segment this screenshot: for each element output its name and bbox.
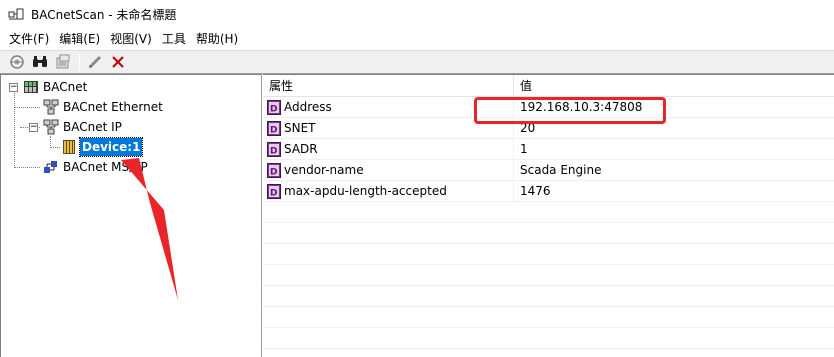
svg-text:D: D <box>270 126 277 136</box>
property-value: Scada Engine <box>520 163 602 177</box>
tree-item-bacnet-ethernet[interactable]: BACnet Ethernet <box>61 98 165 116</box>
tree-connector <box>50 147 60 148</box>
tree-item-bacnet[interactable]: BACnet <box>41 78 89 96</box>
empty-row <box>263 223 834 244</box>
property-name-cell: D max-apdu-length-accepted <box>263 181 514 202</box>
property-name-cell: D SADR <box>263 139 514 160</box>
menu-view[interactable]: 视图(V) <box>105 28 157 50</box>
svg-text:D: D <box>270 168 277 178</box>
property-name: SADR <box>284 142 318 156</box>
property-icon: D <box>267 142 281 157</box>
property-icon: D <box>267 184 281 199</box>
delete-button[interactable] <box>107 52 129 72</box>
device-tree[interactable]: − BACnet BACnet Ethernet − BACnet IP Dev… <box>0 74 262 357</box>
column-header-value[interactable]: 值 <box>514 75 834 97</box>
ip-network-icon <box>43 119 59 135</box>
window-title: BACnetScan - 未命名標題 <box>31 7 177 22</box>
table-row[interactable]: D SADR 1 <box>263 139 834 160</box>
empty-row <box>263 307 834 328</box>
tree-item-device-1[interactable]: Device:1 <box>78 137 144 157</box>
mstp-network-icon <box>43 159 59 175</box>
tree-connector <box>14 93 15 168</box>
find-icon <box>33 56 47 67</box>
tree-item-bacnet-mstp[interactable]: BACnet MS/TP <box>61 158 150 176</box>
property-value: 20 <box>520 121 536 135</box>
app-icon <box>8 7 24 21</box>
property-value: 192.168.10.3:47808 <box>520 100 643 114</box>
tree-connector <box>14 107 40 108</box>
discover-icon <box>10 55 24 69</box>
property-value: 1476 <box>520 184 551 198</box>
empty-row <box>263 202 834 223</box>
list-header: 属性 值 <box>263 75 834 97</box>
svg-text:D: D <box>270 189 277 199</box>
list-body: D Address 192.168.10.3:47808 D SNET 20 D… <box>263 97 834 349</box>
empty-row <box>263 286 834 307</box>
title-bar: BACnetScan - 未命名標題 <box>0 0 834 28</box>
column-header-property[interactable]: 属性 <box>263 75 514 97</box>
tree-expander-root[interactable]: − <box>9 83 18 92</box>
ethernet-network-icon <box>43 99 59 115</box>
toolbar <box>0 50 834 74</box>
menu-file[interactable]: 文件(F) <box>4 28 54 50</box>
property-name: Address <box>284 100 332 114</box>
property-icon: D <box>267 163 281 178</box>
properties-button[interactable] <box>52 52 74 72</box>
property-name: max-apdu-length-accepted <box>284 184 447 198</box>
discover-button[interactable] <box>6 52 28 72</box>
network-root-icon <box>23 79 39 95</box>
menu-edit[interactable]: 编辑(E) <box>54 28 105 50</box>
menu-bar: 文件(F) 编辑(E) 视图(V) 工具 帮助(H) <box>0 28 834 50</box>
table-row[interactable]: D SNET 20 <box>263 118 834 139</box>
menu-tools[interactable]: 工具 <box>157 28 191 50</box>
property-name: vendor-name <box>284 163 364 177</box>
menu-help[interactable]: 帮助(H) <box>191 28 243 50</box>
property-name-cell: D SNET <box>263 118 514 139</box>
property-icon: D <box>267 121 281 136</box>
tree-expander-ip[interactable]: − <box>29 123 38 132</box>
table-row[interactable]: D vendor-name Scada Engine <box>263 160 834 181</box>
svg-text:D: D <box>270 105 277 115</box>
tree-connector <box>14 167 40 168</box>
property-name: SNET <box>284 121 316 135</box>
property-name-cell: D vendor-name <box>263 160 514 181</box>
table-row[interactable]: D Address 192.168.10.3:47808 <box>263 97 834 118</box>
empty-row <box>263 328 834 349</box>
write-icon <box>88 55 102 69</box>
toolbar-separator <box>79 54 80 70</box>
properties-icon <box>56 54 70 69</box>
property-icon: D <box>267 100 281 115</box>
empty-row <box>263 244 834 265</box>
device-icon <box>61 139 77 155</box>
property-name-cell: D Address <box>263 97 514 118</box>
table-row[interactable]: D max-apdu-length-accepted 1476 <box>263 181 834 202</box>
write-button[interactable] <box>84 52 106 72</box>
svg-text:D: D <box>270 147 277 157</box>
delete-icon <box>112 56 124 68</box>
property-list[interactable]: 属性 值 D Address 192.168.10.3:47808 D SNET… <box>263 74 834 357</box>
find-button[interactable] <box>29 52 51 72</box>
tree-item-bacnet-ip[interactable]: BACnet IP <box>61 118 124 136</box>
property-value: 1 <box>520 142 528 156</box>
empty-row <box>263 265 834 286</box>
